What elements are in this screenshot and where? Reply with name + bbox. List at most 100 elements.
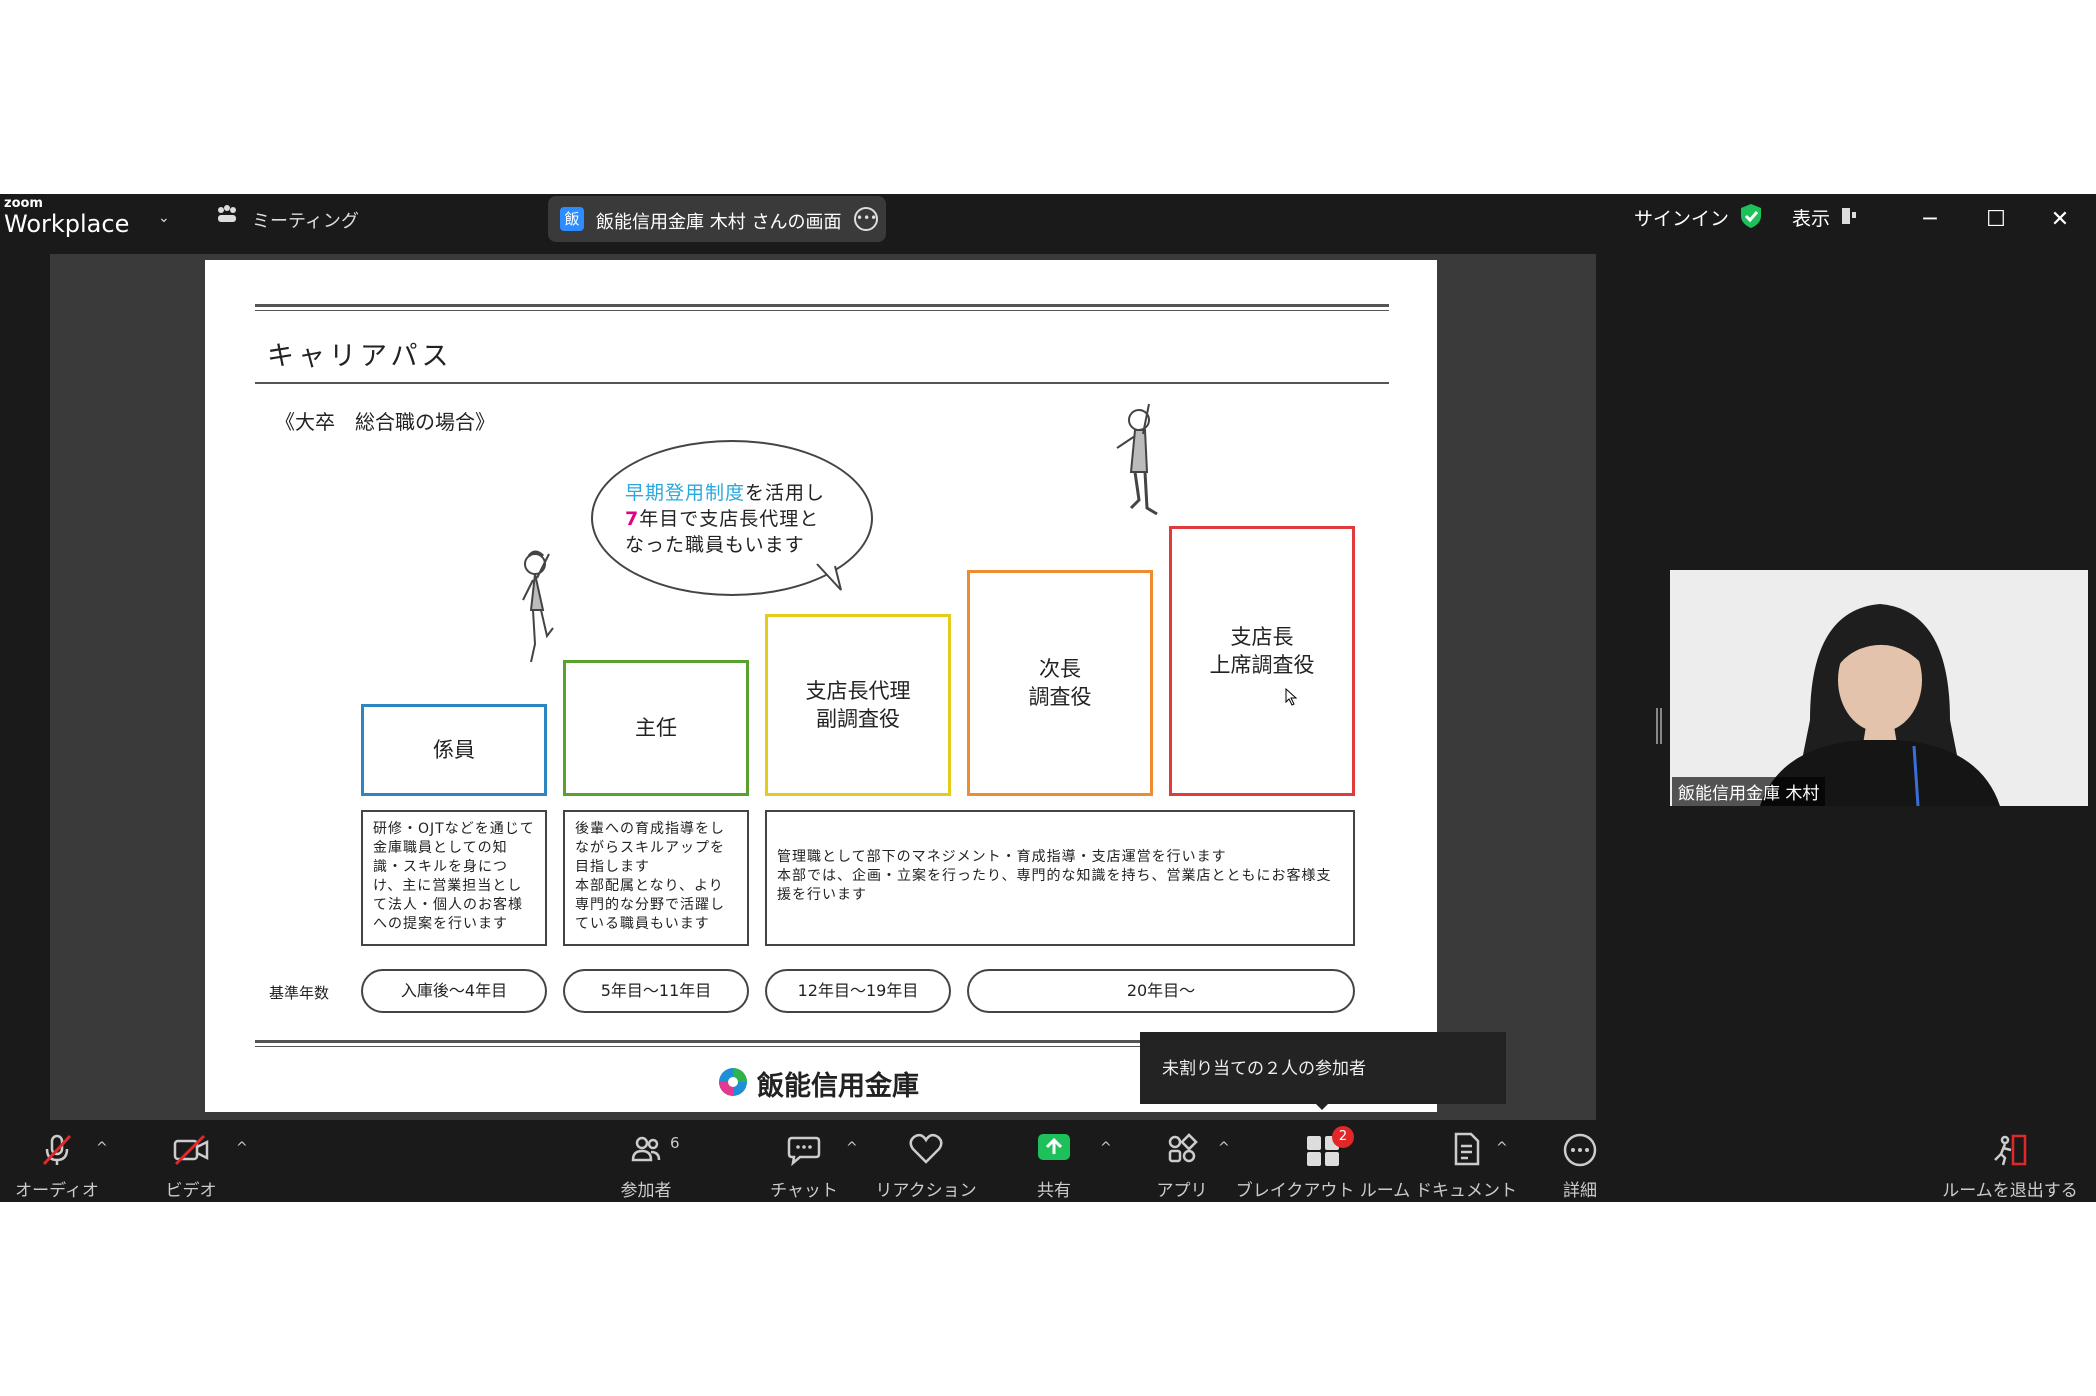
step-label: 次長 [1039, 657, 1081, 681]
step-label: 支店長 [1230, 625, 1294, 649]
step-box-branch-manager: 支店長 上席調査役 [1169, 526, 1355, 796]
tooltip-text: 未割り当ての２人の参加者 [1162, 1059, 1366, 1079]
company-logo [719, 1068, 747, 1096]
years-pill: 入庫後～4年目 [361, 969, 547, 1013]
more-icon [1563, 1133, 1597, 1167]
splitter-handle[interactable] [1656, 708, 1662, 744]
participants-icon [631, 1136, 661, 1162]
breakout-rooms-button[interactable]: 2 ブレイクアウト ルーム [1236, 1122, 1410, 1202]
leave-room-label: ルームを退出する [1942, 1181, 2078, 1201]
apps-button[interactable]: アプリ [1142, 1122, 1222, 1202]
bubble-line3: なった職員もいます [625, 534, 805, 556]
sign-in-link[interactable]: サインイン [1634, 204, 1729, 231]
workplace-logo[interactable]: Workplace [4, 210, 129, 238]
document-icon [1454, 1132, 1480, 1166]
leave-room-icon [1994, 1134, 2027, 1166]
participant-name: 飯能信用金庫 木村 [1672, 777, 1826, 806]
bubble-text: 早期登用制度を活用し 7年目で支店長代理と なった職員もいます [625, 480, 825, 558]
apps-icon [1168, 1133, 1198, 1163]
apps-label: アプリ [1156, 1181, 1208, 1201]
more-label: 詳細 [1563, 1181, 1597, 1201]
camera-off-icon [173, 1134, 209, 1166]
years-pill: 20年目～ [967, 969, 1355, 1013]
breakout-label: ブレイクアウト ルーム [1235, 1181, 1411, 1201]
video-options-caret[interactable]: ^ [236, 1140, 248, 1156]
participants-button[interactable]: 6 参加者 [606, 1122, 686, 1202]
close-button[interactable]: ✕ [2040, 200, 2080, 240]
top-rule [255, 304, 1389, 307]
woman-illustration [522, 550, 554, 663]
leave-room-button[interactable]: ルームを退出する [1940, 1122, 2080, 1202]
chat-options-caret[interactable]: ^ [846, 1140, 858, 1156]
reactions-button[interactable]: リアクション [875, 1122, 977, 1202]
meeting-icon [218, 205, 236, 222]
minimize-button[interactable]: ─ [1910, 200, 1950, 240]
audio-button[interactable]: オーディオ [14, 1122, 100, 1202]
step-label: 係員 [433, 738, 475, 762]
title-bar: zoom Workplace ⌄ ミーティング 飯 飯能信用金庫 木村 さんの画… [0, 194, 2096, 248]
years-pill: 5年目～11年目 [563, 969, 749, 1013]
shared-slide: キャリアパス 《大卒 総合職の場合》 早期登用制度を活用し 7年目で支店長代理と… [205, 260, 1437, 1112]
breakout-badge: 2 [1332, 1126, 1354, 1148]
screen-share-indicator[interactable]: 飯 飯能信用金庫 木村 さんの画面 ••• [548, 196, 886, 242]
chat-icon [787, 1136, 821, 1166]
share-title: 飯能信用金庫 木村 さんの画面 [596, 212, 842, 233]
slide-subtitle: 《大卒 総合職の場合》 [275, 410, 495, 434]
sharer-avatar: 飯 [560, 207, 584, 231]
step-sublabel: 副調査役 [816, 707, 900, 731]
step-sublabel: 上席調査役 [1209, 653, 1315, 677]
bubble-line2: 年目で支店長代理と [639, 508, 820, 530]
top-rule-thin [255, 310, 1389, 311]
step-label: 主任 [635, 716, 677, 740]
bubble-highlight: 早期登用制度 [625, 482, 746, 504]
share-options-caret[interactable]: ^ [1100, 1140, 1112, 1156]
bubble-line1: を活用し [745, 482, 826, 504]
description-clerk: 研修・OJTなどを通じて金庫職員としての知識・スキルを身につけ、主に営業担当とし… [361, 810, 547, 946]
share-button[interactable]: 共有 [1014, 1122, 1094, 1202]
mic-muted-icon [42, 1134, 72, 1166]
unassigned-participants-tooltip[interactable]: 未割り当ての２人の参加者 [1140, 1032, 1506, 1104]
bubble-number: 7 [625, 508, 640, 530]
company-name: 飯能信用金庫 [757, 1071, 919, 1102]
maximize-button[interactable]: ☐ [1976, 200, 2016, 240]
tooltip-tail [1314, 1102, 1330, 1110]
slide-title: キャリアパス [267, 341, 453, 372]
audio-options-caret[interactable]: ^ [96, 1140, 108, 1156]
participant-avatar [1670, 570, 2088, 806]
title-rule [255, 382, 1389, 384]
step-box-clerk: 係員 [361, 704, 547, 796]
view-layout-icon[interactable] [1840, 206, 1860, 226]
bubble-tail [816, 563, 842, 591]
step-box-chief: 主任 [563, 660, 749, 796]
chat-button[interactable]: チャット [764, 1122, 844, 1202]
step-label: 支店長代理 [805, 679, 911, 703]
meeting-label[interactable]: ミーティング [252, 207, 359, 233]
documents-options-caret[interactable]: ^ [1496, 1140, 1508, 1156]
step-box-deputy-manager: 支店長代理 副調査役 [765, 614, 951, 796]
participants-count: 6 [670, 1134, 680, 1152]
share-label: 共有 [1037, 1181, 1071, 1201]
man-illustration [1116, 403, 1158, 516]
more-button[interactable]: 詳細 [1542, 1122, 1618, 1202]
participants-label: 参加者 [620, 1181, 672, 1201]
description-chief: 後輩への育成指導をしながらスキルアップを目指します 本部配属となり、より専門的な… [563, 810, 749, 946]
participant-video[interactable]: 飯能信用金庫 木村 [1670, 570, 2088, 806]
view-menu[interactable]: 表示 [1792, 204, 1830, 231]
video-button[interactable]: ビデオ [150, 1122, 232, 1202]
audio-label: オーディオ [15, 1181, 99, 1201]
apps-options-caret[interactable]: ^ [1218, 1140, 1230, 1156]
mouse-cursor-icon [1285, 688, 1298, 706]
security-shield-icon[interactable] [1738, 202, 1764, 230]
video-label: ビデオ [165, 1181, 217, 1201]
step-box-vice-manager: 次長 調査役 [967, 570, 1153, 796]
share-screen-icon [1038, 1134, 1070, 1160]
more-options-icon[interactable]: ••• [854, 207, 878, 231]
zoom-logo-small: zoom [4, 196, 43, 211]
chat-label: チャット [770, 1181, 838, 1201]
step-sublabel: 調査役 [1028, 685, 1092, 709]
heart-icon [909, 1133, 943, 1164]
chevron-down-icon[interactable]: ⌄ [158, 210, 170, 226]
documents-button[interactable]: ドキュメント [1415, 1122, 1517, 1202]
base-years-label: 基準年数 [269, 984, 330, 1002]
meeting-toolbar: オーディオ ^ ビデオ ^ 6 参加者 チャット ^ リアクション 共有 ^ ア… [0, 1122, 2096, 1202]
